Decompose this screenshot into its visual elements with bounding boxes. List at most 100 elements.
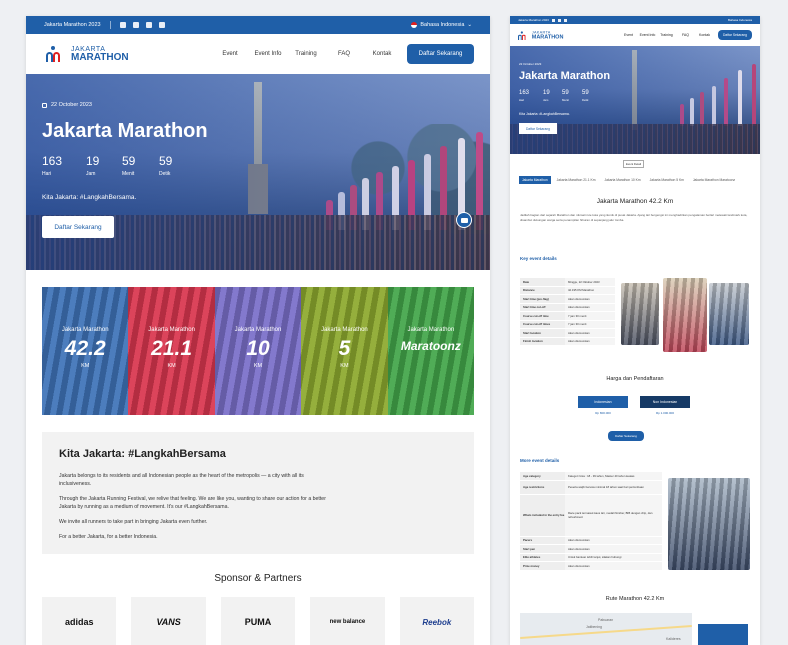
row-key: Start time (pre-flag): [520, 295, 565, 303]
sponsor-logo-new-balance[interactable]: new balance: [310, 597, 385, 645]
more-details-table: Age category Kategori Usia : 18 - 39 tahu…: [520, 472, 662, 571]
tab-marathon[interactable]: Jakarta Marathon: [519, 176, 551, 184]
pricing-register-button[interactable]: Daftar Sekarang: [608, 431, 644, 441]
nav-item-faq[interactable]: FAQ: [676, 33, 695, 37]
row-key: Start pen: [520, 545, 565, 553]
table-row: Start time (pre-flag) Akan diumumkan: [520, 295, 615, 304]
hero-date-text: 22 October 2023: [51, 102, 92, 108]
countdown-label: Detik: [159, 171, 171, 177]
event-detail-button[interactable]: Event Detail: [623, 160, 645, 168]
key-details-heading: Key event details: [520, 256, 557, 261]
about-heading: Kita Jakarta: #LangkahBersama: [59, 448, 226, 460]
chat-icon[interactable]: [456, 212, 472, 228]
top-bar: Jakarta Marathon 2023 Bahasa Indonesia ⌄: [26, 16, 490, 34]
map-label: Jatibening: [586, 625, 602, 629]
countdown-label: Menit: [122, 171, 135, 177]
nav-item-event[interactable]: Event: [619, 33, 638, 37]
twitter-icon[interactable]: [557, 18, 561, 22]
chevron-down-icon: ⌄: [467, 22, 472, 28]
tab-21k[interactable]: Jakarta Marathon 21.1 Km: [554, 176, 599, 184]
row-value: Akan diumumkan: [565, 545, 662, 553]
row-value: Kategori Usia : 18 - 39 tahun, Master 40…: [565, 472, 662, 480]
row-value: Minggu, 22 Oktober 2023: [565, 278, 615, 286]
route-map[interactable]: Pabuaran Jatibening Kalideres: [520, 613, 692, 645]
instagram-icon[interactable]: [158, 22, 165, 28]
logo[interactable]: JAKARTA MARATHON: [518, 30, 563, 40]
sponsor-logo-puma[interactable]: PUMA: [220, 597, 296, 645]
category-card-5k[interactable]: Jakarta Marathon 5 KM: [301, 287, 388, 415]
row-value: Peserta wajib berusia minimal 18 tahun s…: [565, 480, 662, 494]
about-section: Kita Jakarta: #LangkahBersama Jakarta be…: [42, 432, 474, 554]
language-selector[interactable]: Bahasa Indonesia ⌄: [411, 22, 472, 28]
about-paragraph: Through the Jakarta Running Festival, we…: [59, 496, 326, 511]
language-label[interactable]: Bahasa Indonesia: [728, 18, 752, 22]
price-option-non-indonesian[interactable]: Non Indonesian: [640, 396, 690, 408]
countdown-value: 163: [42, 154, 63, 168]
row-key: Start location: [520, 329, 565, 337]
nav-item-faq[interactable]: FAQ: [325, 51, 363, 57]
main-nav: JAKARTA MARATHON Event Event Info Traini…: [510, 24, 760, 46]
category-card-maratoonz[interactable]: Jakarta Marathon Maratoonz: [387, 287, 475, 415]
runner-photo: [709, 283, 749, 345]
youtube-icon[interactable]: [145, 22, 152, 28]
price-option-indonesian[interactable]: Indonesian: [578, 396, 628, 408]
category-card-10k[interactable]: Jakarta Marathon 10 KM: [214, 287, 302, 415]
runner-photo: [663, 278, 707, 352]
row-value: Untuk bantuan lebih lanjut, silakan hubu…: [565, 553, 662, 561]
distance-tabs: Jakarta Marathon Jakarta Marathon 21.1 K…: [519, 176, 738, 184]
logo-line2: MARATHON: [71, 51, 129, 63]
register-button[interactable]: Daftar Sekarang: [407, 44, 474, 64]
hero-register-button[interactable]: Daftar Sekarang: [42, 216, 114, 238]
row-key: Course cut-off time: [520, 312, 565, 320]
top-bar: Jakarta Marathon 2023 Bahasa Indonesia: [510, 16, 760, 24]
countdown-seconds: 59: [582, 90, 589, 96]
nav-item-kontak[interactable]: Kontak: [695, 33, 714, 37]
nav-item-training[interactable]: Training: [287, 51, 325, 57]
row-value: Akan diumumkan: [565, 303, 615, 311]
hero-register-button[interactable]: Daftar Sekarang: [519, 123, 557, 134]
table-row: Elite athletes Untuk bantuan lebih lanjut…: [520, 553, 662, 562]
countdown-label-minutes: Menit: [562, 98, 569, 102]
row-key: Pacers: [520, 536, 565, 544]
countdown-minutes: 59: [562, 90, 569, 96]
card-title: Jakarta Marathon: [321, 327, 368, 333]
card-unit: KM: [340, 363, 349, 369]
twitter-icon[interactable]: [132, 22, 139, 28]
sponsor-logo-vans[interactable]: VANS: [131, 597, 206, 645]
countdown-label-seconds: Detik: [582, 98, 589, 102]
logo[interactable]: JAKARTA MARATHON: [46, 46, 129, 63]
countdown-value: 19: [86, 154, 100, 168]
facebook-icon[interactable]: [551, 18, 555, 22]
sponsor-logo-reebok[interactable]: Reebok: [399, 597, 475, 645]
register-button[interactable]: Daftar Sekarang: [718, 30, 752, 40]
nav-item-event-info[interactable]: Event Info: [249, 51, 287, 57]
table-row: Distance 42.195 KM Marathon: [520, 286, 615, 295]
top-bar-title: Jakarta Marathon 2023: [44, 22, 101, 28]
nav-item-event[interactable]: Event: [211, 51, 249, 57]
category-card-42k[interactable]: Jakarta Marathon 42.2 KM: [42, 287, 129, 415]
sponsor-heading: Sponsor & Partners: [214, 573, 302, 584]
row-key: Whats included in the entry fee: [520, 494, 565, 536]
card-title: Jakarta Marathon: [61, 327, 109, 333]
row-value: 7 jam 30 menit: [565, 320, 615, 328]
table-row: Age category Kategori Usia : 18 - 39 tahu…: [520, 472, 662, 481]
table-row: Start time cut-off Akan diumumkan: [520, 303, 615, 312]
main-nav: JAKARTA MARATHON Event Event Info Traini…: [26, 34, 490, 74]
runners-photo: [668, 478, 750, 570]
category-card-21k[interactable]: Jakarta Marathon 21.1 KM: [128, 287, 215, 415]
nav-item-kontak[interactable]: Kontak: [363, 51, 401, 57]
facebook-icon[interactable]: [119, 22, 126, 28]
detail-page: Jakarta Marathon 2023 Bahasa Indonesia J…: [510, 16, 760, 645]
sponsor-logo-adidas[interactable]: adidas: [42, 597, 117, 645]
youtube-icon[interactable]: [563, 18, 567, 22]
nav-item-training[interactable]: Training: [657, 33, 676, 37]
countdown-hours: 19 Jam: [86, 154, 99, 177]
about-paragraph: We invite all runners to take part in br…: [59, 519, 208, 526]
tab-5k[interactable]: Jakarta Marathon 5 Km: [647, 176, 687, 184]
table-row: Pacers Akan diumumkan: [520, 536, 662, 545]
tab-10k[interactable]: Jakarta Marathon 10 Km: [602, 176, 644, 184]
row-value: 42.195 KM Marathon: [565, 286, 615, 294]
route-heading: Rute Marathon 42.2 Km: [605, 596, 665, 602]
nav-item-event-info[interactable]: Event Info: [638, 33, 657, 37]
tab-maratoonz[interactable]: Jakarta Marathon Maratoonz: [690, 176, 738, 184]
